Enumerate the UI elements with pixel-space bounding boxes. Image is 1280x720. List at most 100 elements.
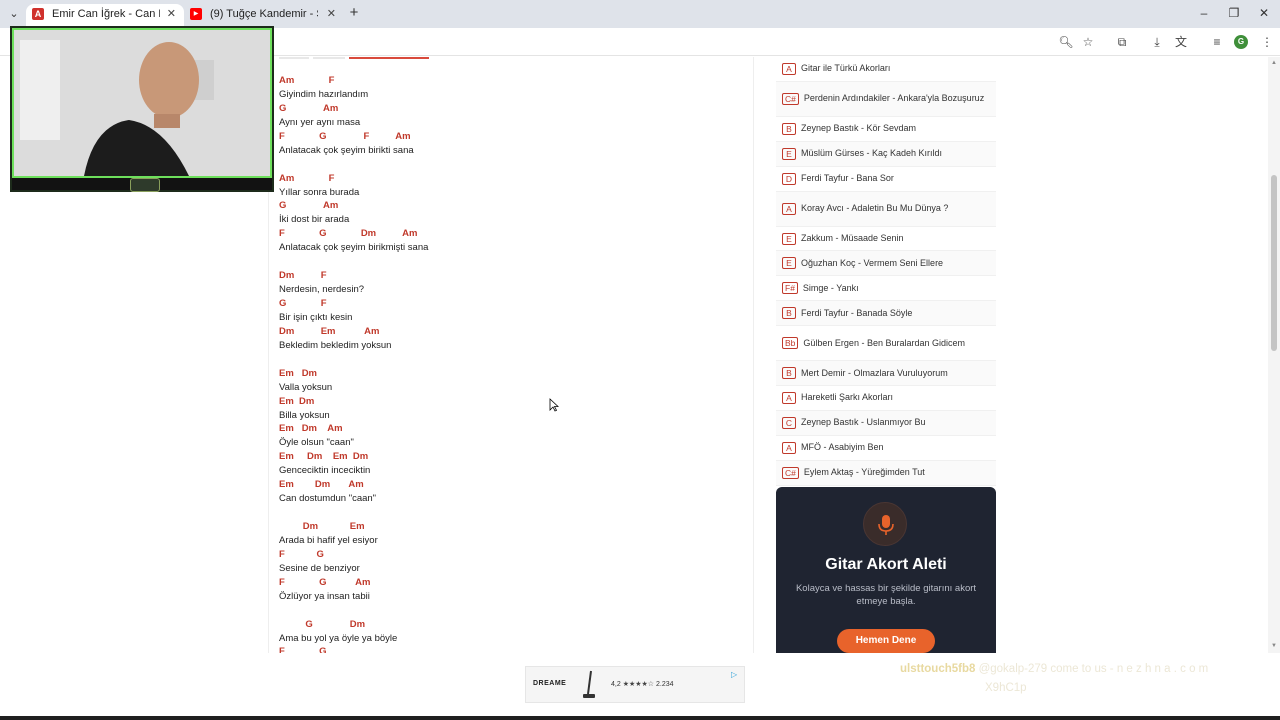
song-title-link[interactable]: Gitar ile Türkü Akorları xyxy=(801,63,890,74)
tab-emir-can[interactable]: A Emir Can İğrek - Can Dostum - ✕ xyxy=(26,4,184,28)
related-song-item[interactable]: E Zakkum - Müsaade Senin xyxy=(776,226,996,252)
ad-review-count: 2.234 xyxy=(656,681,674,688)
scroll-thumb[interactable] xyxy=(1271,175,1277,351)
scroll-down-icon[interactable]: ▼ xyxy=(1271,643,1277,649)
song-key-badge: D xyxy=(782,172,796,185)
related-song-item[interactable]: C# Eylem Aktaş - Yüreğimden Tut xyxy=(776,460,996,486)
media-control-icon[interactable]: ≡ xyxy=(1209,34,1225,50)
streamer-figure-icon xyxy=(14,30,270,176)
lyric-line: Can dostumdun "caan" xyxy=(279,493,377,505)
section-tab[interactable] xyxy=(279,57,309,59)
song-title-link[interactable]: Gülben Ergen - Ben Buralardan Gidicem xyxy=(803,338,965,349)
overlay-username: ulsttouch5fb8 xyxy=(900,663,976,675)
related-song-item[interactable]: C Zeynep Bastık - Uslanmıyor Bu xyxy=(776,410,996,436)
song-title-link[interactable]: Koray Avcı - Adaletin Bu Mu Dünya ? xyxy=(801,203,948,214)
song-title-link[interactable]: Zeynep Bastık - Uslanmıyor Bu xyxy=(801,417,926,428)
close-tab-icon[interactable]: ✕ xyxy=(327,4,336,24)
more-menu-icon[interactable]: ⋮ xyxy=(1259,34,1275,50)
new-tab-plus-icon[interactable]: + xyxy=(346,5,362,21)
restore-icon[interactable]: ❐ xyxy=(1227,6,1241,20)
browser-tab-strip: ⌄ A Emir Can İğrek - Can Dostum - ✕ ▶ (9… xyxy=(0,0,1280,28)
song-title-link[interactable]: Zeynep Bastık - Kör Sevdam xyxy=(801,123,916,134)
song-title-link[interactable]: Perdenin Ardındakiler - Ankara'yla Bozuş… xyxy=(804,93,984,104)
song-title-link[interactable]: Hareketli Şarkı Akorları xyxy=(801,392,893,403)
lyric-line: Genceciktin inceciktin xyxy=(279,465,371,477)
chord-line[interactable]: G F xyxy=(279,297,739,311)
related-song-item[interactable]: C# Perdenin Ardındakiler - Ankara'yla Boz… xyxy=(776,81,996,117)
song-title-link[interactable]: Simge - Yankı xyxy=(803,283,859,294)
song-key-badge: B xyxy=(782,367,796,380)
chord-line[interactable]: F G xyxy=(279,645,739,653)
download-icon[interactable]: ⤓ xyxy=(1149,34,1165,50)
overlay-message: @gokalp-279 come to us - n e z h n a . c… xyxy=(978,663,1209,675)
chord-line[interactable]: Dm Em Am xyxy=(279,325,739,339)
lyric-line: Valla yoksun xyxy=(279,381,333,393)
song-key-badge: E xyxy=(782,257,796,270)
song-title-link[interactable]: Ferdi Tayfur - Banada Söyle xyxy=(801,308,912,319)
related-song-item[interactable]: A Hareketli Şarkı Akorları xyxy=(776,386,996,411)
section-tab-active[interactable] xyxy=(349,57,429,59)
related-song-item[interactable]: B Zeynep Bastık - Kör Sevdam xyxy=(776,116,996,142)
lyrics-blank-line xyxy=(279,506,739,520)
related-song-item[interactable]: Bb Gülben Ergen - Ben Buralardan Gidicem xyxy=(776,326,996,362)
chord-line[interactable]: Em Dm Em Dm xyxy=(279,450,739,464)
close-tab-icon[interactable]: ✕ xyxy=(167,4,176,24)
related-song-item[interactable]: A Koray Avcı - Adaletin Bu Mu Dünya ? xyxy=(776,191,996,227)
scroll-up-icon[interactable]: ▲ xyxy=(1271,60,1277,66)
minimize-icon[interactable]: – xyxy=(1197,6,1211,20)
chord-line[interactable]: Em Dm Am xyxy=(279,422,739,436)
lyric-line: Bekledim bekledim yoksun xyxy=(279,339,392,351)
tab-youtube[interactable]: ▶ (9) Tuğçe Kandemir - Sonbahar ✕ xyxy=(184,4,344,28)
chord-line[interactable]: F G Dm Am xyxy=(279,227,739,241)
tuner-title: Gitar Akort Aleti xyxy=(825,556,947,573)
advertisement-banner[interactable]: DREAME 4,2 ★★★★☆ 2.234 ▷ xyxy=(525,666,745,703)
ad-choices-icon[interactable]: ▷ xyxy=(731,670,740,679)
song-key-badge: C# xyxy=(782,466,799,479)
song-lyrics: Am F Giyindim hazırlandım G Am Aynı yer ayn… xyxy=(279,74,739,653)
tab-title: (9) Tuğçe Kandemir - Sonbahar xyxy=(210,8,318,20)
related-song-item[interactable]: D Ferdi Tayfur - Bana Sor xyxy=(776,166,996,192)
chord-line[interactable]: Em Dm xyxy=(279,367,739,381)
related-song-item[interactable]: A MFÖ - Asabiyim Ben xyxy=(776,435,996,461)
chord-line[interactable]: Am F xyxy=(279,172,739,186)
extensions-icon[interactable]: ⧉ xyxy=(1114,34,1130,50)
chord-line[interactable]: G Dm xyxy=(279,618,739,632)
song-title-link[interactable]: Ferdi Tayfur - Bana Sor xyxy=(801,173,894,184)
lyric-line: Özlüyor ya insan tabii xyxy=(279,590,370,602)
profile-avatar[interactable]: G xyxy=(1234,35,1248,49)
chord-line[interactable]: Em Dm xyxy=(279,395,739,409)
song-title-link[interactable]: Mert Demir - Olmazlara Vuruluyorum xyxy=(801,368,948,379)
tab-search-icon[interactable]: ⌄ xyxy=(6,6,22,22)
chord-line[interactable]: F G xyxy=(279,548,739,562)
chord-line[interactable]: G Am xyxy=(279,199,739,213)
song-title-link[interactable]: Oğuzhan Koç - Vermem Seni Ellere xyxy=(801,258,943,269)
try-now-button[interactable]: Hemen Dene xyxy=(837,629,935,653)
chord-line[interactable]: Dm F xyxy=(279,269,739,283)
song-title-link[interactable]: Eylem Aktaş - Yüreğimden Tut xyxy=(804,467,925,478)
related-song-item[interactable]: E Oğuzhan Koç - Vermem Seni Ellere xyxy=(776,251,996,277)
song-title-link[interactable]: MFÖ - Asabiyim Ben xyxy=(801,442,884,453)
related-song-item[interactable]: F# Simge - Yankı xyxy=(776,276,996,302)
chord-line[interactable]: Dm Em xyxy=(279,520,739,534)
bookmark-star-icon[interactable]: ☆ xyxy=(1080,34,1096,50)
chord-line[interactable]: F G Am xyxy=(279,576,739,590)
chord-line[interactable]: Em Dm Am xyxy=(279,478,739,492)
zoom-icon[interactable]: 🔍︎ xyxy=(1058,34,1074,50)
lyrics-blank-line xyxy=(279,158,739,172)
related-song-item[interactable]: B Mert Demir - Olmazlara Vuruluyorum xyxy=(776,361,996,387)
related-song-item[interactable]: A Gitar ile Türkü Akorları xyxy=(776,57,996,82)
chord-line[interactable]: F G F Am xyxy=(279,130,739,144)
song-title-link[interactable]: Zakkum - Müsaade Senin xyxy=(801,233,904,244)
vacuum-product-icon xyxy=(583,670,595,698)
page-scrollbar[interactable]: ▲ ▼ xyxy=(1268,57,1280,653)
lyric-line: Öyle olsun "caan" xyxy=(279,437,354,449)
chord-line[interactable]: G Am xyxy=(279,102,739,116)
translate-icon[interactable]: 文 xyxy=(1173,34,1189,50)
lyric-line: Ama bu yol ya öyle ya böyle xyxy=(279,632,398,644)
chord-line[interactable]: Am F xyxy=(279,74,739,88)
close-window-icon[interactable]: ✕ xyxy=(1257,6,1271,20)
song-title-link[interactable]: Müslüm Gürses - Kaç Kadeh Kırıldı xyxy=(801,148,942,159)
section-tab[interactable] xyxy=(313,57,345,59)
related-song-item[interactable]: E Müslüm Gürses - Kaç Kadeh Kırıldı xyxy=(776,141,996,167)
related-song-item[interactable]: B Ferdi Tayfur - Banada Söyle xyxy=(776,301,996,327)
